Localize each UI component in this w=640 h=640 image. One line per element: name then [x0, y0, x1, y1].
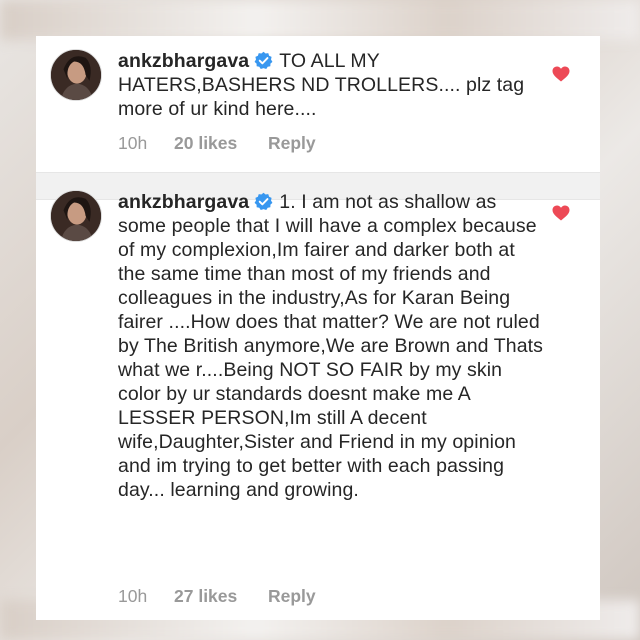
- verified-badge-icon: [254, 192, 273, 211]
- comment-meta: 10h 27 likes Reply: [118, 586, 316, 607]
- comment-text: 1. I am not as shallow as some people th…: [118, 191, 544, 501]
- avatar[interactable]: [50, 49, 102, 101]
- reply-button[interactable]: Reply: [268, 133, 316, 154]
- username[interactable]: ankzbhargava: [118, 191, 249, 213]
- comment-meta: 10h 20 likes Reply: [118, 133, 316, 154]
- comment-text-block: ankzbhargava 1. I am not as shallow as so…: [118, 190, 544, 502]
- comment-text-block: ankzbhargava TO ALL MY HATERS,BASHERS ND …: [118, 49, 544, 121]
- comments-card: ankzbhargava TO ALL MY HATERS,BASHERS ND …: [36, 36, 600, 620]
- timestamp: 10h: [118, 586, 148, 606]
- likes-count[interactable]: 20 likes: [174, 133, 268, 154]
- verified-badge-icon: [254, 51, 273, 70]
- likes-count[interactable]: 27 likes: [174, 586, 268, 607]
- timestamp: 10h: [118, 133, 148, 153]
- username[interactable]: ankzbhargava: [118, 50, 249, 72]
- heart-icon[interactable]: [552, 66, 570, 82]
- avatar[interactable]: [50, 190, 102, 242]
- heart-icon[interactable]: [552, 205, 570, 221]
- reply-button[interactable]: Reply: [268, 586, 316, 607]
